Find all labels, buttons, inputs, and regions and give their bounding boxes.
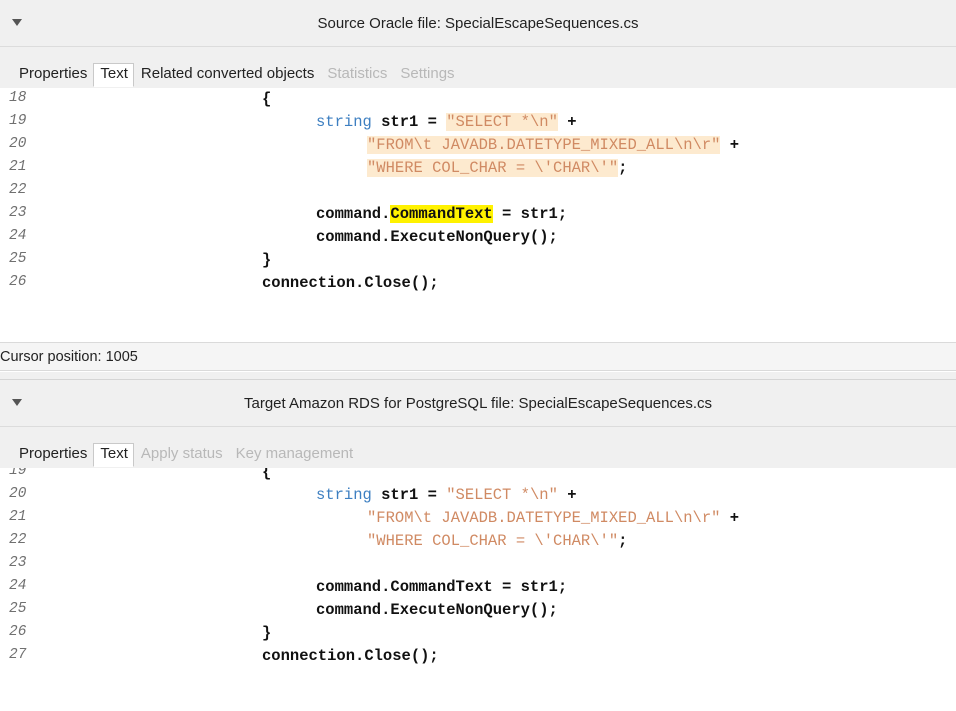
- code-token: +: [729, 509, 740, 527]
- code-line: 21 "WHERE COL_CHAR = \'CHAR\'";: [0, 157, 956, 180]
- code-text: {: [262, 90, 272, 108]
- keyword-token: string: [316, 113, 372, 131]
- line-number: 21: [9, 509, 27, 525]
- source-panel: Source Oracle file: SpecialEscapeSequenc…: [0, 0, 956, 373]
- code-text: }: [262, 624, 272, 642]
- line-number: 19: [9, 113, 27, 129]
- line-number: 21: [9, 159, 27, 175]
- string-token: "WHERE COL_CHAR = \'CHAR\'": [367, 532, 619, 550]
- code-token: ;: [618, 159, 628, 177]
- code-token: str1 =: [381, 113, 437, 131]
- line-number: 18: [9, 90, 27, 106]
- tab-related-converted-objects[interactable]: Related converted objects: [134, 63, 320, 86]
- target-panel: Target Amazon RDS for PostgreSQL file: S…: [0, 380, 956, 711]
- target-panel-header[interactable]: Target Amazon RDS for PostgreSQL file: S…: [0, 380, 956, 427]
- code-text: string str1 = "SELECT *\n" +: [316, 113, 577, 131]
- source-status-bar: Cursor position: 1005: [0, 342, 956, 371]
- code-token: command.: [316, 205, 391, 223]
- string-token: "WHERE COL_CHAR = \'CHAR\'": [367, 159, 619, 177]
- cursor-position: Cursor position: 1005: [0, 349, 138, 365]
- code-text: }: [262, 251, 272, 269]
- panel-splitter[interactable]: [0, 372, 956, 380]
- code-text: command.CommandText = str1;: [316, 205, 567, 223]
- code-token: str1 =: [381, 486, 437, 504]
- tab-settings[interactable]: Settings: [393, 63, 460, 86]
- code-text: "WHERE COL_CHAR = \'CHAR\'";: [367, 159, 627, 177]
- code-line: 20 "FROM\t JAVADB.DATETYPE_MIXED_ALL\n\r…: [0, 134, 956, 157]
- code-text: command.ExecuteNonQuery();: [316, 601, 558, 619]
- code-line: 23 command.CommandText = str1;: [0, 203, 956, 226]
- source-tabbar: Properties Text Related converted objects S…: [0, 47, 956, 88]
- code-line: 19 {: [0, 468, 956, 484]
- line-number: 22: [9, 182, 27, 198]
- line-number: 22: [9, 532, 27, 548]
- code-line: 26 }: [0, 622, 956, 645]
- tab-statistics[interactable]: Statistics: [320, 63, 393, 86]
- code-token: ;: [618, 532, 628, 550]
- tab-properties[interactable]: Properties: [12, 63, 93, 86]
- code-line: 24 command.CommandText = str1;: [0, 576, 956, 599]
- code-text: "FROM\t JAVADB.DATETYPE_MIXED_ALL\n\r" +: [367, 136, 739, 154]
- code-text: {: [262, 468, 272, 481]
- line-number: 27: [9, 647, 27, 663]
- keyword-token: string: [316, 486, 372, 504]
- line-number: 25: [9, 601, 27, 617]
- source-panel-header[interactable]: Source Oracle file: SpecialEscapeSequenc…: [0, 0, 956, 47]
- line-number: 24: [9, 228, 27, 244]
- code-text: "FROM\t JAVADB.DATETYPE_MIXED_ALL\n\r" +: [367, 509, 739, 527]
- string-token: "SELECT *\n": [446, 113, 558, 131]
- code-line: 23: [0, 553, 956, 576]
- search-highlight: CommandText: [390, 205, 493, 223]
- code-token: = str1;: [492, 205, 568, 223]
- code-line: 19 string str1 = "SELECT *\n" +: [0, 111, 956, 134]
- code-text: string str1 = "SELECT *\n" +: [316, 486, 577, 504]
- code-line: 21 "FROM\t JAVADB.DATETYPE_MIXED_ALL\n\r…: [0, 507, 956, 530]
- source-code-editor[interactable]: 18 { 19 string str1 = "SELECT *\n" + 20 …: [0, 88, 956, 343]
- code-token: +: [567, 486, 577, 504]
- source-panel-title: Source Oracle file: SpecialEscapeSequenc…: [317, 15, 639, 32]
- code-line: 27 connection.Close();: [0, 645, 956, 668]
- line-number: 23: [9, 555, 27, 571]
- line-number: 25: [9, 251, 27, 267]
- target-panel-title: Target Amazon RDS for PostgreSQL file: S…: [243, 395, 713, 412]
- code-line: 22: [0, 180, 956, 203]
- code-line: 24 command.ExecuteNonQuery();: [0, 226, 956, 249]
- code-line: 26 connection.Close();: [0, 272, 956, 295]
- code-line: 25 command.ExecuteNonQuery();: [0, 599, 956, 622]
- string-token: "SELECT *\n": [446, 486, 558, 504]
- code-text: command.ExecuteNonQuery();: [316, 228, 558, 246]
- string-token: "FROM\t JAVADB.DATETYPE_MIXED_ALL\n\r": [367, 509, 721, 527]
- tab-text[interactable]: Text: [93, 443, 134, 467]
- code-line: 25 }: [0, 249, 956, 272]
- tab-text[interactable]: Text: [93, 63, 134, 87]
- tab-key-management[interactable]: Key management: [229, 443, 360, 466]
- code-token: +: [567, 113, 577, 131]
- code-text: connection.Close();: [262, 274, 439, 292]
- string-token: "FROM\t JAVADB.DATETYPE_MIXED_ALL\n\r": [367, 136, 721, 154]
- code-token: +: [729, 136, 740, 154]
- code-text: command.CommandText = str1;: [316, 578, 568, 596]
- line-number: 24: [9, 578, 27, 594]
- tab-apply-status[interactable]: Apply status: [134, 443, 229, 466]
- code-text: "WHERE COL_CHAR = \'CHAR\'";: [367, 532, 627, 550]
- line-number: 26: [9, 624, 27, 640]
- line-number: 20: [9, 486, 27, 502]
- line-number: 26: [9, 274, 27, 290]
- tab-properties[interactable]: Properties: [12, 443, 93, 466]
- line-number: 23: [9, 205, 27, 221]
- target-code-editor[interactable]: 19 { 20 string str1 = "SELECT *\n" + 21 …: [0, 468, 956, 711]
- code-text: connection.Close();: [262, 647, 439, 665]
- code-line: 18 {: [0, 88, 956, 111]
- code-line: 20 string str1 = "SELECT *\n" +: [0, 484, 956, 507]
- code-line: 22 "WHERE COL_CHAR = \'CHAR\'";: [0, 530, 956, 553]
- line-number: 19: [9, 468, 27, 479]
- line-number: 20: [9, 136, 27, 152]
- target-tabbar: Properties Text Apply status Key management: [0, 427, 956, 468]
